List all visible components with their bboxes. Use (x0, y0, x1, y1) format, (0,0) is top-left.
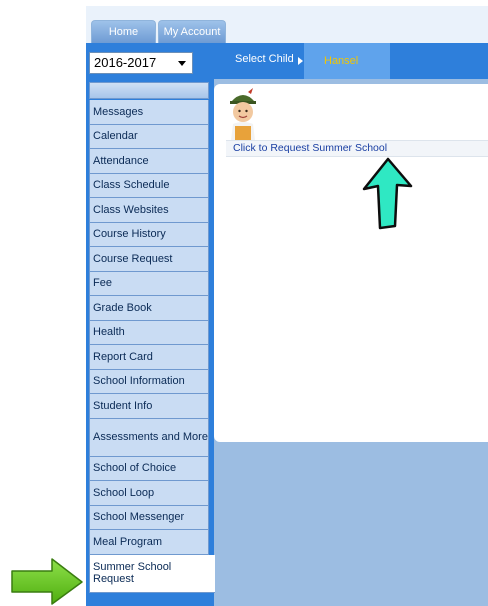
sidebar-item-health[interactable]: Health (89, 320, 209, 345)
sidebar-item-student-info[interactable]: Student Info (89, 394, 209, 419)
select-child-label: Select Child (235, 53, 294, 65)
sidebar-item-school-messenger[interactable]: School Messenger (89, 505, 209, 530)
sidebar-item-grade-book[interactable]: Grade Book (89, 296, 209, 321)
sidebar-item-attendance[interactable]: Attendance (89, 149, 209, 174)
sidebar-item-summer-school-request[interactable]: Summer School Request (89, 554, 215, 593)
sidebar-header (89, 82, 209, 99)
chevron-down-icon (178, 61, 186, 66)
sidebar-item-school-of-choice[interactable]: School of Choice (89, 456, 209, 481)
sidebar-item-meal-program[interactable]: Meal Program (89, 530, 209, 555)
sidebar-item-assessments[interactable]: Assessments and More (89, 418, 209, 457)
sidebar-item-class-websites[interactable]: Class Websites (89, 198, 209, 223)
sidebar-item-report-card[interactable]: Report Card (89, 345, 209, 370)
caret-right-icon (298, 57, 303, 65)
arrow-right-icon (11, 558, 83, 605)
page: Home My Account 2016-2017 Select Child H… (0, 0, 488, 606)
arrow-up-icon (362, 157, 413, 230)
request-summer-school-link[interactable]: Click to Request Summer School (233, 142, 387, 154)
sidebar-item-course-history[interactable]: Course History (89, 222, 209, 247)
sidebar-item-calendar[interactable]: Calendar (89, 124, 209, 149)
sidebar-item-school-loop[interactable]: School Loop (89, 481, 209, 506)
student-avatar (230, 88, 256, 140)
sidebar-item-class-schedule[interactable]: Class Schedule (89, 173, 209, 198)
sidebar-item-course-request[interactable]: Course Request (89, 247, 209, 272)
sidebar-item-fee[interactable]: Fee (89, 271, 209, 296)
tab-my-account[interactable]: My Account (158, 20, 226, 43)
child-tab-hansel[interactable]: Hansel (304, 43, 390, 79)
tab-home[interactable]: Home (91, 20, 156, 43)
school-year-select[interactable]: 2016-2017 (89, 52, 193, 74)
sidebar-item-school-information[interactable]: School Information (89, 369, 209, 394)
sidebar-item-messages[interactable]: Messages (89, 100, 209, 125)
school-year-value: 2016-2017 (94, 55, 157, 70)
sidebar-nav: Messages Calendar Attendance Class Sched… (89, 100, 215, 593)
